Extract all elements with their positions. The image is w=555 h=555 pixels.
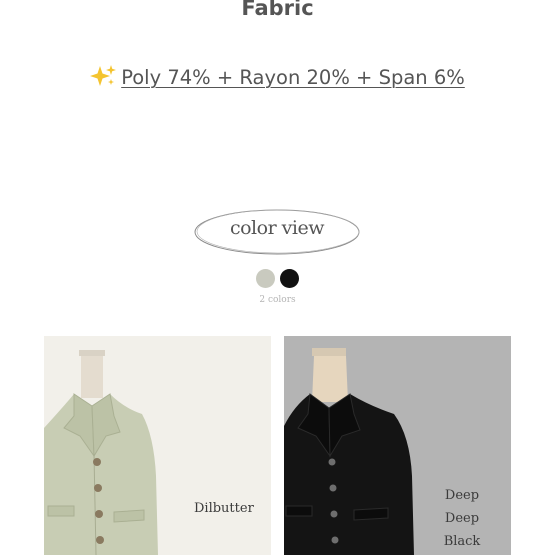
color-name-line: Deep bbox=[444, 511, 480, 526]
color-name-line: Black bbox=[443, 534, 481, 549]
color-name-deep-black: Deep Deep Black bbox=[432, 484, 492, 553]
fabric-composition-text: Poly 74% + Rayon 20% + Span 6% bbox=[121, 66, 465, 89]
section-title: Fabric bbox=[241, 0, 314, 20]
color-view-badge: color view bbox=[193, 208, 361, 256]
color-swatch-black[interactable] bbox=[280, 269, 299, 288]
color-name-line: Deep bbox=[444, 488, 480, 503]
jacket-illustration bbox=[44, 350, 158, 555]
product-image-dilbutter: Dilbutter bbox=[44, 336, 271, 555]
sparkles-icon bbox=[90, 65, 117, 86]
color-view-label: color view bbox=[229, 217, 325, 239]
product-image-deep-black: Deep Deep Black bbox=[284, 336, 511, 555]
fabric-composition: Poly 74% + Rayon 20% + Span 6% bbox=[0, 64, 555, 89]
color-swatch-dilbutter[interactable] bbox=[256, 269, 275, 288]
color-count: 2 colors bbox=[259, 295, 296, 305]
color-name-dilbutter: Dilbutter bbox=[194, 501, 254, 516]
